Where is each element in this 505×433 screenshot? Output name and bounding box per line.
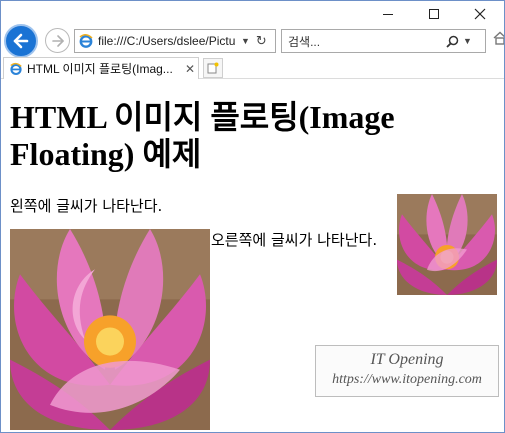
tab-title: HTML 이미지 플로팅(Imag... <box>27 62 173 76</box>
chevron-down-icon[interactable]: ▼ <box>241 36 250 46</box>
home-icon[interactable] <box>493 31 504 50</box>
right-text: 오른쪽에 글씨가 나타난다. <box>211 231 378 249</box>
navigation-bar: file:///C:/Users/dslee/Pictu ▼ ↻ 검색... ▼ <box>1 23 504 58</box>
search-box[interactable]: 검색... ▼ <box>281 29 486 53</box>
tab-active[interactable]: HTML 이미지 플로팅(Imag... ✕ <box>3 57 199 79</box>
page-heading: HTML 이미지 플로팅(Image Floating) 예제 <box>10 99 395 172</box>
flower-image-large <box>10 229 210 430</box>
close-icon <box>474 8 486 20</box>
search-input[interactable]: 검색... <box>288 33 438 50</box>
maximize-icon <box>429 9 439 19</box>
new-tab-button[interactable] <box>203 58 223 78</box>
address-bar[interactable]: file:///C:/Users/dslee/Pictu ▼ ↻ <box>74 29 276 53</box>
flower-image-small <box>397 194 497 295</box>
arrow-right-icon <box>51 34 64 47</box>
browser-window: file:///C:/Users/dslee/Pictu ▼ ↻ 검색... ▼ <box>0 0 505 433</box>
ie-icon <box>79 34 93 48</box>
tab-bar: HTML 이미지 플로팅(Imag... ✕ <box>1 57 504 79</box>
arrow-left-icon <box>13 33 29 49</box>
new-tab-icon <box>207 62 219 74</box>
refresh-icon[interactable]: ↻ <box>256 33 267 49</box>
page-content: HTML 이미지 플로팅(Image Floating) 예제 왼쪽에 글씨가 … <box>1 80 504 432</box>
minimize-icon <box>383 13 393 15</box>
close-icon[interactable]: ✕ <box>185 62 195 76</box>
left-text: 왼쪽에 글씨가 나타난다. <box>10 197 163 215</box>
forward-button[interactable] <box>45 28 70 53</box>
watermark-logo: IT Opening https://www.itopening.com <box>315 345 499 397</box>
search-icon[interactable] <box>446 35 459 48</box>
address-text: file:///C:/Users/dslee/Pictu <box>98 34 236 48</box>
watermark-title: IT Opening <box>370 351 444 368</box>
watermark-url: https://www.itopening.com <box>332 372 482 387</box>
chevron-down-icon[interactable]: ▼ <box>463 36 472 46</box>
back-button[interactable] <box>4 24 38 58</box>
ie-icon <box>10 62 22 75</box>
